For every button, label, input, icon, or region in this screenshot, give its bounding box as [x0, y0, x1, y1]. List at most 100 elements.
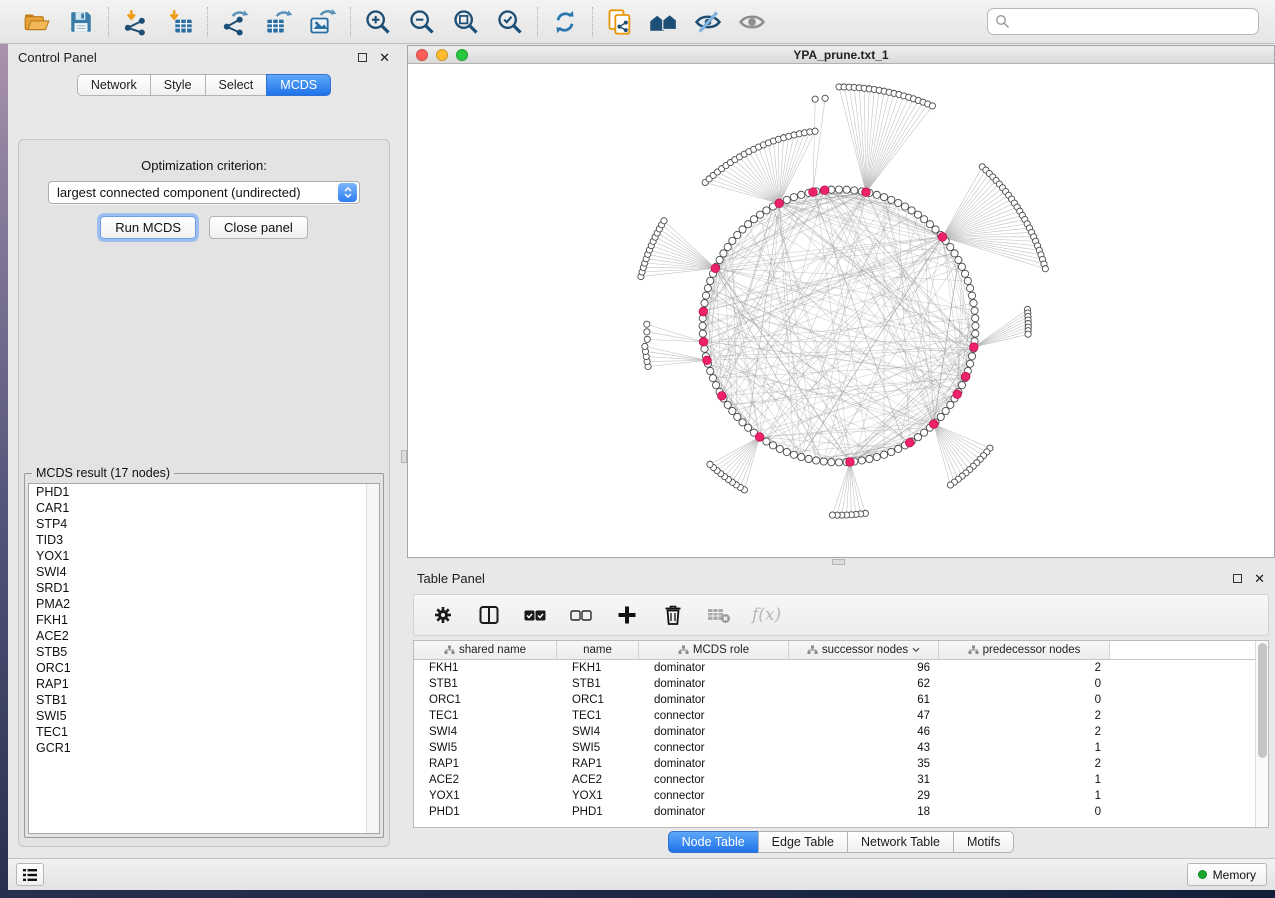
mcds-result-item[interactable]: FKH1 [29, 612, 379, 628]
deselect-all-button[interactable] [568, 602, 594, 628]
graph-hub-node[interactable] [846, 458, 855, 467]
graph-node[interactable] [920, 216, 927, 223]
graph-hub-node[interactable] [703, 356, 712, 365]
graph-satellite-node[interactable] [1042, 266, 1048, 272]
graph-node[interactable] [947, 401, 954, 408]
graph-node[interactable] [707, 277, 714, 284]
graph-node[interactable] [769, 442, 776, 449]
task-history-button[interactable] [16, 863, 44, 886]
tab-node-table[interactable]: Node Table [668, 831, 759, 853]
new-network-from-selection-button[interactable] [602, 5, 638, 39]
graph-node[interactable] [942, 407, 949, 414]
table-row[interactable]: SWI5SWI5connector431 [414, 740, 1268, 756]
mcds-result-item[interactable]: STB1 [29, 692, 379, 708]
graph-node[interactable] [707, 367, 714, 374]
mcds-result-item[interactable]: SRD1 [29, 580, 379, 596]
graph-node[interactable] [958, 263, 965, 270]
graph-node[interactable] [734, 231, 741, 238]
table-row[interactable]: FKH1FKH1dominator962 [414, 660, 1268, 676]
mcds-result-item[interactable]: TEC1 [29, 724, 379, 740]
export-table-button[interactable] [261, 5, 297, 39]
graph-node[interactable] [914, 211, 921, 218]
graph-satellite-node[interactable] [929, 103, 935, 109]
graph-node[interactable] [968, 353, 975, 360]
zoom-selected-button[interactable] [492, 5, 528, 39]
export-network-button[interactable] [217, 5, 253, 39]
graph-node[interactable] [958, 382, 965, 389]
graph-hub-node[interactable] [930, 420, 939, 429]
graph-node[interactable] [843, 186, 850, 193]
graph-node[interactable] [888, 196, 895, 203]
float-panel-icon[interactable] [358, 53, 367, 62]
table-settings-button[interactable] [430, 602, 456, 628]
graph-node[interactable] [805, 455, 812, 462]
graph-node[interactable] [858, 457, 865, 464]
graph-node[interactable] [739, 419, 746, 426]
graph-node[interactable] [873, 191, 880, 198]
close-panel-icon[interactable]: ✕ [379, 51, 390, 64]
graph-hub-node[interactable] [905, 438, 914, 447]
show-columns-button[interactable] [476, 602, 502, 628]
graph-node[interactable] [835, 186, 842, 193]
graph-node[interactable] [964, 277, 971, 284]
graph-node[interactable] [756, 211, 763, 218]
delete-table-button[interactable] [706, 602, 732, 628]
graph-node[interactable] [972, 315, 979, 322]
graph-node[interactable] [750, 216, 757, 223]
graph-node[interactable] [835, 459, 842, 466]
graph-node[interactable] [920, 429, 927, 436]
mcds-result-item[interactable]: PMA2 [29, 596, 379, 612]
search-input[interactable] [987, 8, 1259, 35]
mcds-result-item[interactable]: ACE2 [29, 628, 379, 644]
tab-edge-table[interactable]: Edge Table [758, 831, 848, 853]
graph-node[interactable] [914, 434, 921, 441]
graph-node[interactable] [724, 243, 731, 250]
tab-mcds[interactable]: MCDS [266, 74, 331, 96]
column-header-successor_nodes[interactable]: successor nodes [789, 641, 939, 659]
network-canvas[interactable] [408, 65, 1274, 557]
table-row[interactable]: YOX1YOX1connector291 [414, 788, 1268, 804]
select-all-button[interactable] [522, 602, 548, 628]
graph-satellite-node[interactable] [644, 329, 650, 335]
graph-node[interactable] [729, 407, 736, 414]
graph-node[interactable] [709, 375, 716, 382]
network-graph[interactable] [408, 65, 1274, 557]
tab-select[interactable]: Select [205, 74, 268, 96]
mcds-result-item[interactable]: RAP1 [29, 676, 379, 692]
graph-node[interactable] [895, 445, 902, 452]
graph-hub-node[interactable] [755, 433, 764, 442]
function-builder-button[interactable]: f(x) [752, 602, 781, 628]
graph-node[interactable] [699, 322, 706, 329]
save-session-button[interactable] [63, 5, 99, 39]
graph-hub-node[interactable] [970, 343, 979, 352]
graph-node[interactable] [908, 207, 915, 214]
mcds-result-item[interactable]: PHD1 [29, 484, 379, 500]
graph-node[interactable] [967, 285, 974, 292]
list-scrollbar[interactable] [366, 484, 379, 833]
graph-hub-node[interactable] [809, 188, 818, 197]
import-network-button[interactable] [118, 5, 154, 39]
delete-column-button[interactable] [660, 602, 686, 628]
graph-node[interactable] [724, 401, 731, 408]
graph-satellite-node[interactable] [822, 95, 828, 101]
show-all-button[interactable] [734, 5, 770, 39]
add-column-button[interactable] [614, 602, 640, 628]
graph-satellite-node[interactable] [642, 343, 648, 349]
mcds-result-item[interactable]: ORC1 [29, 660, 379, 676]
first-neighbors-button[interactable] [646, 5, 682, 39]
graph-satellite-node[interactable] [812, 128, 818, 134]
refresh-button[interactable] [547, 5, 583, 39]
open-file-button[interactable] [19, 5, 55, 39]
graph-node[interactable] [739, 226, 746, 233]
graph-node[interactable] [932, 226, 939, 233]
table-row[interactable]: ORC1ORC1dominator610 [414, 692, 1268, 708]
float-panel-icon[interactable] [1233, 574, 1242, 583]
close-panel-icon[interactable]: ✕ [1254, 572, 1265, 585]
graph-node[interactable] [790, 194, 797, 201]
graph-node[interactable] [955, 256, 962, 263]
graph-node[interactable] [783, 448, 790, 455]
graph-hub-node[interactable] [862, 188, 871, 197]
graph-hub-node[interactable] [938, 233, 947, 242]
graph-node[interactable] [901, 203, 908, 210]
mcds-result-item[interactable]: CAR1 [29, 500, 379, 516]
